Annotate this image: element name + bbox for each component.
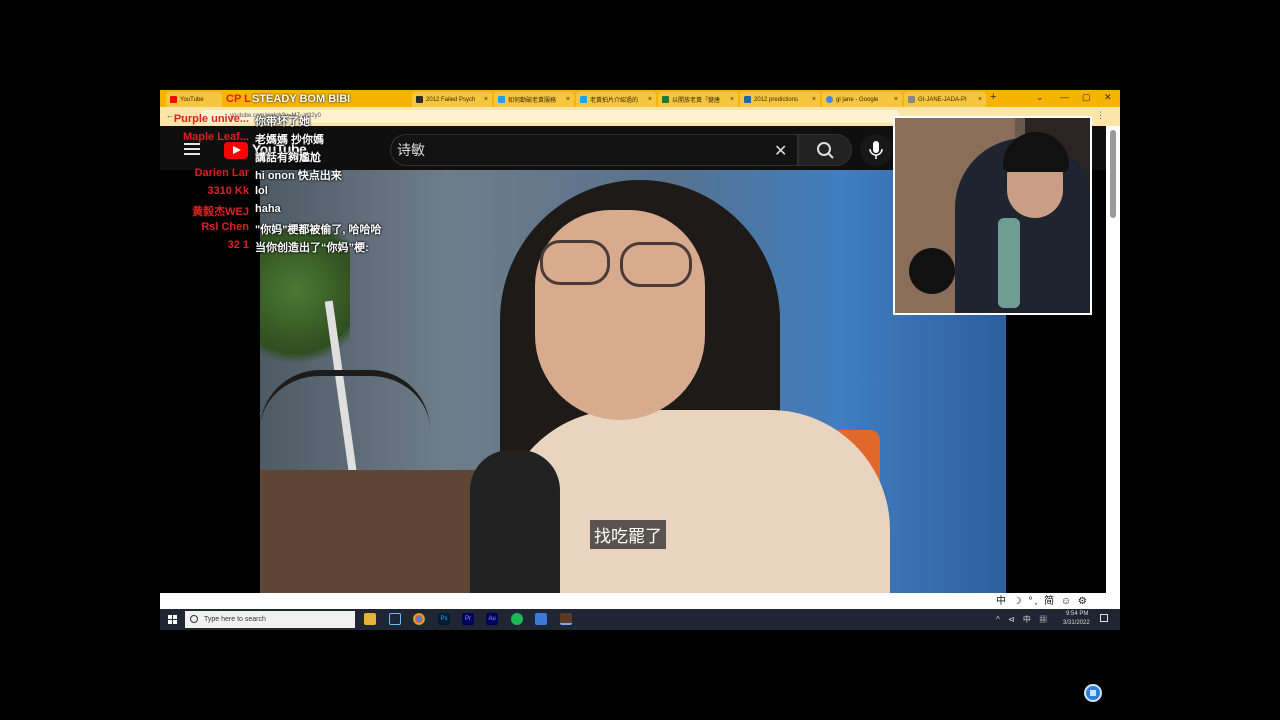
video-subtitle: 找吃罷了 xyxy=(590,520,666,549)
webcam-overlay xyxy=(893,116,1092,315)
close-tab-icon[interactable]: × xyxy=(727,96,734,103)
chat-message: haha xyxy=(255,203,281,215)
close-tab-icon[interactable]: × xyxy=(975,96,982,103)
chat-username: Purple unive... xyxy=(173,113,249,125)
microphone-icon xyxy=(869,141,883,159)
app-icon[interactable] xyxy=(535,613,547,625)
audition-icon[interactable]: Au xyxy=(486,613,498,625)
search-query: 诗敏 xyxy=(397,142,425,158)
browser-tab[interactable]: 以開放老黃「變唐 × xyxy=(658,92,738,107)
chat-message: "你妈"梗都被偷了, 哈哈哈 xyxy=(255,224,382,236)
tab-search-icon[interactable]: ⌄ xyxy=(1036,92,1044,103)
tab-favicon-icon xyxy=(416,96,423,103)
search-button[interactable] xyxy=(798,134,852,166)
chat-username: Rsl Chen xyxy=(201,221,249,233)
microphone-scenery xyxy=(470,450,560,593)
obs-icon[interactable] xyxy=(560,613,572,625)
browser-tab[interactable]: 2012 predictions × xyxy=(740,92,820,107)
file-explorer-icon[interactable] xyxy=(364,613,376,625)
taskbar-search-placeholder: Type here to search xyxy=(204,616,266,623)
tab-favicon-icon xyxy=(744,96,751,103)
voice-search-button[interactable] xyxy=(860,134,892,166)
browser-menu-icon[interactable]: ⋮ xyxy=(1096,110,1105,121)
tab-favicon-icon xyxy=(908,96,915,103)
chat-message: 講話有夠尷尬 xyxy=(255,152,321,164)
chat-username: Darien Lar xyxy=(194,167,249,179)
minimize-button[interactable]: — xyxy=(1060,92,1069,102)
clock-date[interactable]: 3/31/2022 xyxy=(1063,620,1090,626)
screen-capture: YouTube 2012 Failed Psych × 如何勸破老黃服務 × 老… xyxy=(160,90,1120,630)
youtube-logo-icon[interactable] xyxy=(224,142,248,159)
chrome-icon[interactable] xyxy=(413,613,425,625)
browser-tab[interactable]: gi jane - Google × xyxy=(822,92,902,107)
chat-username: Maple Leaf... xyxy=(182,131,249,143)
chat-username: 32 1 xyxy=(227,239,249,251)
overlay-stop-icon[interactable] xyxy=(1084,684,1102,702)
glasses-icon xyxy=(620,242,692,287)
tab-label: gi jane - Google xyxy=(836,96,879,103)
tab-label: GI-JANE-JADA-PI xyxy=(918,96,967,103)
search-icon xyxy=(817,142,834,159)
chat-message: hi onon 快点出来 xyxy=(255,170,342,182)
spotify-icon[interactable] xyxy=(511,613,523,625)
tab-label: YouTube xyxy=(180,96,204,103)
page-bottom-strip xyxy=(160,593,1120,609)
youtube-favicon-icon xyxy=(170,96,177,103)
close-tab-icon[interactable]: × xyxy=(891,96,898,103)
tab-label: 2012 Failed Psych xyxy=(426,96,476,103)
premiere-icon[interactable]: Pr xyxy=(462,613,474,625)
tab-favicon-icon xyxy=(580,96,587,103)
tab-favicon-icon xyxy=(498,96,505,103)
overlay-cp-label: CP L xyxy=(226,93,251,105)
chat-username: 3310 Kk xyxy=(207,185,249,197)
ime-toolbar[interactable]: 中 ☽ °, 简 ☺ ⚙ xyxy=(990,595,1120,609)
streamer-microphone xyxy=(909,248,955,294)
chat-username: 黄毅杰WEJ xyxy=(192,206,249,218)
windows-start-icon[interactable] xyxy=(168,615,178,625)
tab-label: 如何勸破老黃服務 xyxy=(508,98,557,104)
chat-message: lol xyxy=(255,185,268,197)
chat-message: 老媽媽 抄你媽 xyxy=(255,134,325,146)
browser-tab[interactable]: 如何勸破老黃服務 × xyxy=(494,92,574,107)
scrollbar-thumb[interactable] xyxy=(1110,130,1116,218)
chat-message: 当你创造出了“你妈”梗: xyxy=(255,242,369,254)
search-input[interactable]: 诗敏 ✕ xyxy=(390,134,798,166)
notification-icon[interactable] xyxy=(1100,614,1108,622)
close-tab-icon[interactable]: × xyxy=(481,96,488,103)
browser-tab[interactable]: GI-JANE-JADA-PI × xyxy=(904,92,986,107)
search-icon xyxy=(190,615,198,623)
browser-tab[interactable]: YouTube xyxy=(166,92,222,107)
maximize-button[interactable]: ▢ xyxy=(1082,92,1091,103)
mic-arm-scenery xyxy=(260,370,430,436)
google-favicon-icon xyxy=(826,96,833,103)
back-icon[interactable]: ← xyxy=(166,111,174,120)
steam-icon[interactable] xyxy=(389,613,401,625)
taskbar-search-input[interactable]: Type here to search xyxy=(185,611,355,628)
browser-tab[interactable]: 2012 Failed Psych × xyxy=(412,92,492,107)
system-tray[interactable]: ^ ⊲ 中 ▦ xyxy=(996,614,1050,625)
glasses-icon xyxy=(540,240,610,285)
hamburger-menu-icon[interactable] xyxy=(184,143,200,155)
overlay-alert-text: STEADY BOM BIBI xyxy=(252,93,351,105)
page-scrollbar[interactable] xyxy=(1106,126,1120,596)
tab-label: 以開放老黃「變唐 xyxy=(672,98,721,104)
close-tab-icon[interactable]: × xyxy=(563,96,570,103)
windows-taskbar: Type here to search Ps Pr Au ^ ⊲ 中 ▦ 9:5… xyxy=(160,609,1120,630)
clock-time[interactable]: 9:54 PM xyxy=(1066,611,1088,617)
tab-label: 老黃拍片介紹過的 xyxy=(590,98,639,104)
water-bottle xyxy=(998,218,1020,308)
tab-label: 2012 predictions xyxy=(754,96,799,103)
close-tab-icon[interactable]: × xyxy=(809,96,816,103)
new-tab-button[interactable]: + xyxy=(990,91,996,103)
clear-search-icon[interactable]: ✕ xyxy=(774,141,787,161)
chat-message: 你带坏了她 xyxy=(255,116,310,128)
close-window-button[interactable]: ✕ xyxy=(1104,92,1112,103)
tab-favicon-icon xyxy=(662,96,669,103)
browser-tab[interactable]: 老黃拍片介紹過的 × xyxy=(576,92,656,107)
photoshop-icon[interactable]: Ps xyxy=(438,613,450,625)
close-tab-icon[interactable]: × xyxy=(645,96,652,103)
